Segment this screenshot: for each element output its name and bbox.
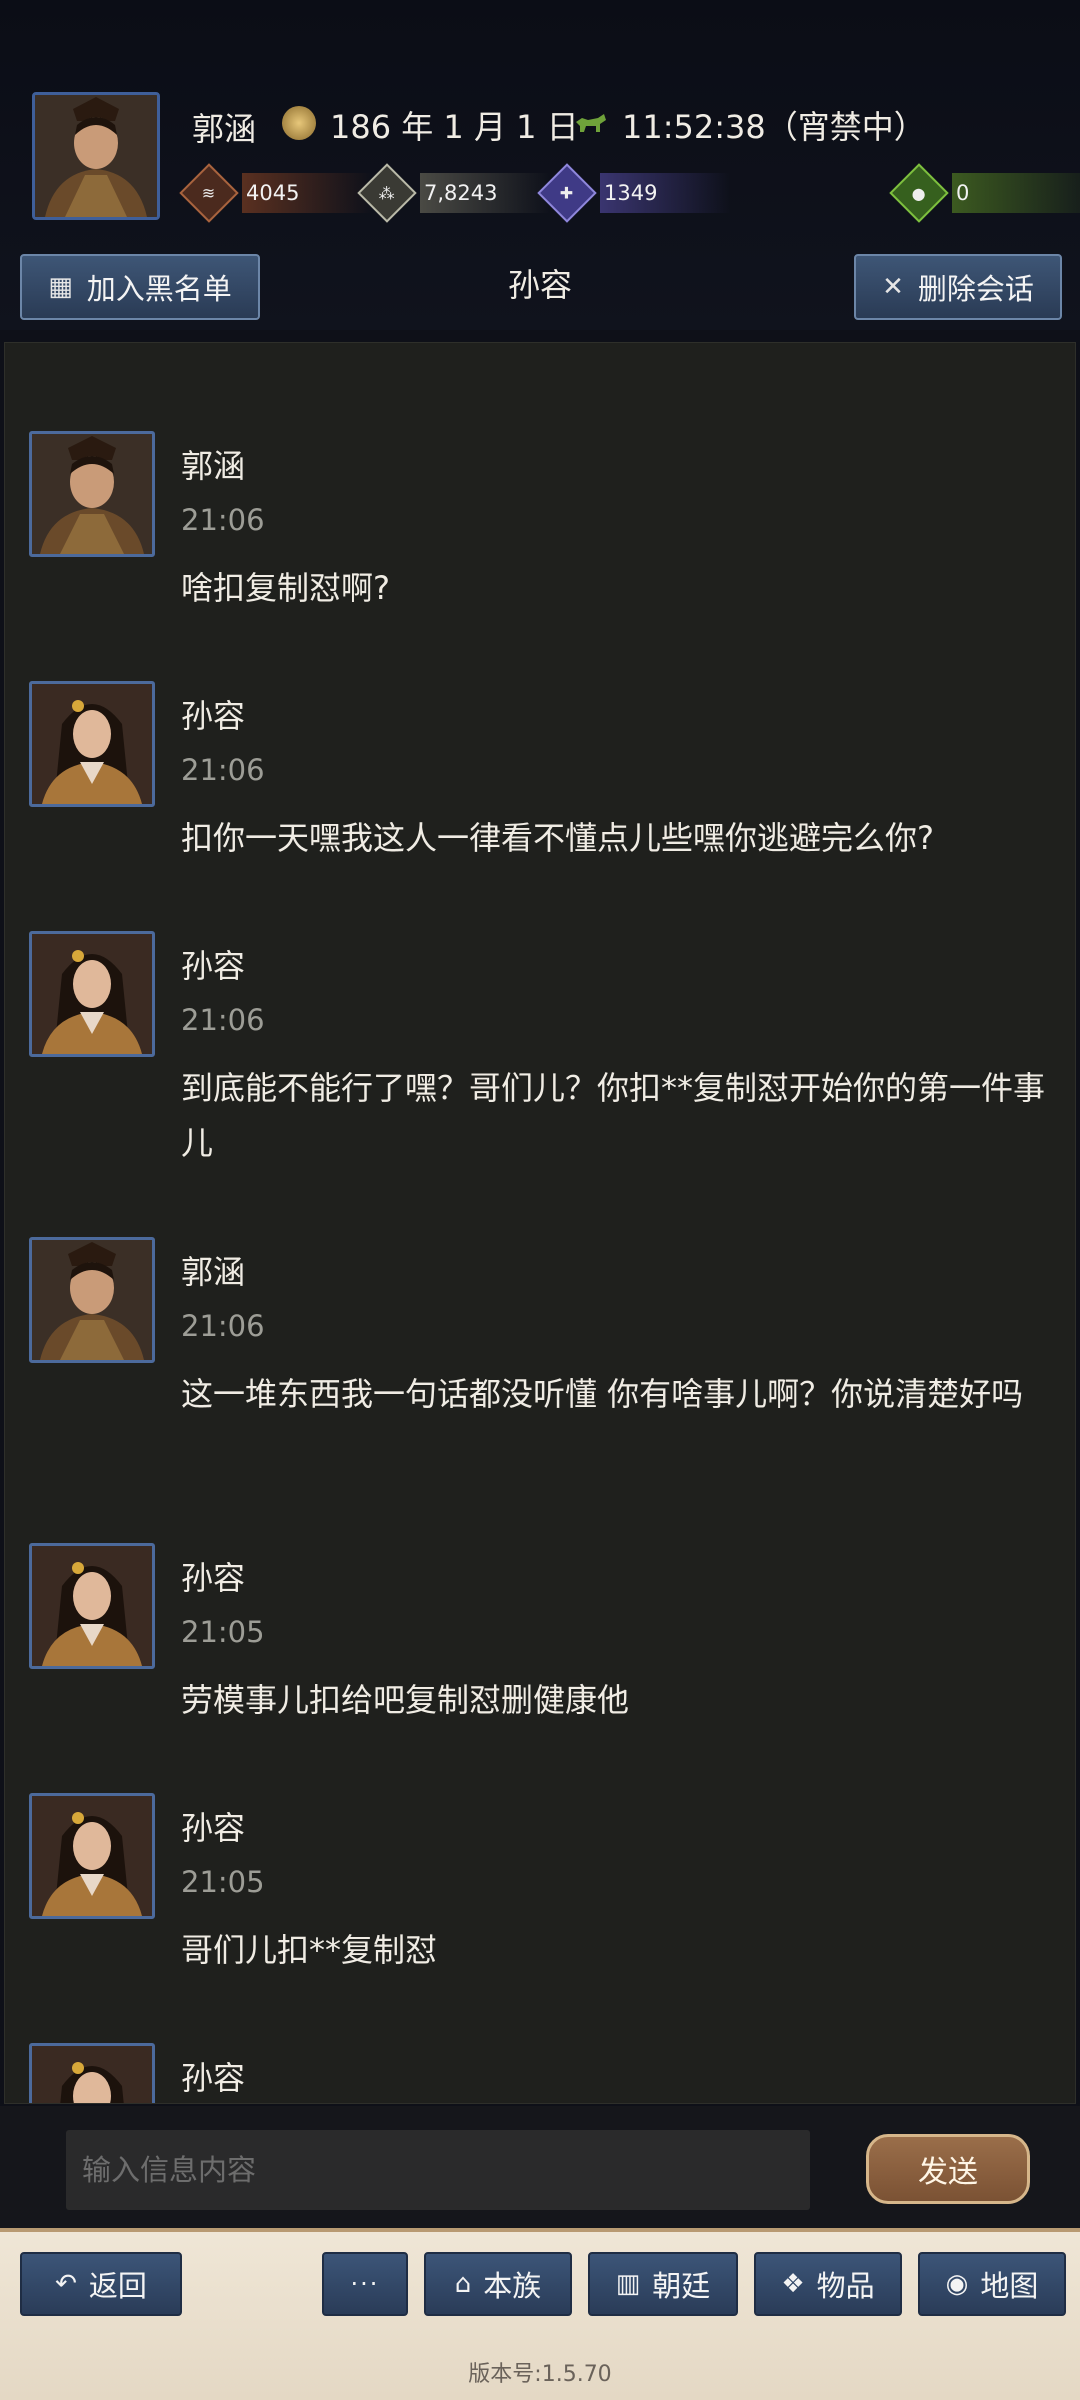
sender-name: 孙容 bbox=[181, 1809, 246, 1847]
grain-icon: ⁂ bbox=[357, 163, 417, 223]
court-button[interactable]: ▥ 朝廷 bbox=[588, 2252, 738, 2316]
delete-conversation-button[interactable]: ✕ 删除会话 bbox=[854, 254, 1062, 320]
player-name: 郭涵 bbox=[192, 110, 257, 148]
back-arrow-icon: ↶ bbox=[55, 2269, 77, 2299]
avatar[interactable] bbox=[29, 1237, 155, 1363]
troops-stat[interactable]: ✚ 1349 bbox=[537, 163, 730, 223]
message-text: 哥们儿扣**复制怼 bbox=[181, 1931, 438, 1969]
map-button[interactable]: ◉ 地图 bbox=[918, 2252, 1066, 2316]
money-value: 4045 bbox=[242, 173, 372, 213]
back-button[interactable]: ↶ 返回 bbox=[20, 2252, 182, 2316]
message-text: 啥扣复制怼啊? bbox=[181, 569, 390, 607]
message-time: 21:05 bbox=[181, 1615, 265, 1649]
avatar[interactable] bbox=[29, 931, 155, 1057]
more-label: ··· bbox=[350, 2270, 380, 2298]
avatar[interactable] bbox=[29, 1543, 155, 1669]
calendar-seal-icon bbox=[282, 106, 316, 140]
palace-icon: ▥ bbox=[615, 2269, 641, 2299]
message-time: 21:06 bbox=[181, 1309, 265, 1343]
message-time: 21:06 bbox=[181, 1003, 265, 1037]
avatar[interactable] bbox=[29, 681, 155, 807]
back-label: 返回 bbox=[88, 2269, 147, 2303]
items-icon: ❖ bbox=[781, 2269, 805, 2299]
player-avatar[interactable] bbox=[32, 92, 160, 220]
gate-icon: ▦ bbox=[48, 272, 73, 302]
message-text: 这一堆东西我一句话都没听懂 你有啥事儿啊？你说清楚好吗 bbox=[181, 1375, 1024, 1413]
clan-button[interactable]: ⌂ 本族 bbox=[424, 2252, 572, 2316]
top-status-bar: 郭涵 186 年 1 月 1 日 11:52:38（宵禁中） ≋ 4045 ⁂ … bbox=[0, 0, 1080, 330]
message-time: 21:06 bbox=[181, 753, 265, 787]
map-label: 地图 bbox=[980, 2269, 1039, 2303]
sender-name: 孙容 bbox=[181, 2059, 246, 2097]
items-label: 物品 bbox=[816, 2269, 875, 2303]
bag-stat[interactable]: ● 0 bbox=[889, 163, 1080, 223]
send-label: 发送 bbox=[918, 2155, 978, 2190]
avatar[interactable] bbox=[29, 1793, 155, 1919]
food-value: 7,8243 bbox=[420, 173, 550, 213]
bag-value: 0 bbox=[952, 173, 1080, 213]
avatar[interactable] bbox=[29, 2043, 155, 2103]
sender-name: 郭涵 bbox=[181, 1253, 246, 1291]
game-date: 186 年 1 月 1 日 bbox=[330, 108, 579, 146]
message-text: 劳模事儿扣给吧复制怼删健康他 bbox=[181, 1681, 630, 1719]
sender-name: 郭涵 bbox=[181, 447, 246, 485]
coin-icon: ≋ bbox=[179, 163, 239, 223]
sender-name: 孙容 bbox=[181, 697, 246, 735]
sender-name: 孙容 bbox=[181, 1559, 246, 1597]
message-time: 21:05 bbox=[181, 1865, 265, 1899]
blacklist-button[interactable]: ▦ 加入黑名单 bbox=[20, 254, 260, 320]
blacklist-label: 加入黑名单 bbox=[86, 272, 232, 306]
money-stat[interactable]: ≋ 4045 bbox=[179, 163, 372, 223]
soldier-icon: ✚ bbox=[537, 163, 597, 223]
globe-icon: ◉ bbox=[945, 2269, 969, 2299]
close-icon: ✕ bbox=[882, 272, 904, 302]
sender-name: 孙容 bbox=[181, 947, 246, 985]
bag-icon: ● bbox=[889, 163, 949, 223]
game-time: 11:52:38（宵禁中） bbox=[622, 108, 926, 146]
troops-value: 1349 bbox=[600, 173, 730, 213]
court-label: 朝廷 bbox=[652, 2269, 711, 2303]
clan-label: 本族 bbox=[483, 2269, 542, 2303]
horse-icon bbox=[576, 114, 606, 132]
bottom-nav: ↶ 返回 ··· ⌂ 本族 ▥ 朝廷 ❖ 物品 ◉ 地图 版本号:1.5.70 bbox=[0, 2228, 1080, 2400]
clan-icon: ⌂ bbox=[454, 2269, 472, 2299]
food-stat[interactable]: ⁂ 7,8243 bbox=[357, 163, 550, 223]
more-button[interactable]: ··· bbox=[322, 2252, 408, 2316]
message-text: 扣你一天嘿我这人一律看不懂点儿些嘿你逃避完么你? bbox=[181, 819, 934, 857]
avatar[interactable] bbox=[29, 431, 155, 557]
items-button[interactable]: ❖ 物品 bbox=[754, 2252, 902, 2316]
version-label: 版本号:1.5.70 bbox=[468, 2362, 612, 2387]
message-list[interactable]: 郭涵 21:06 啥扣复制怼啊? 孙容 21:06 扣你一天嘿我这人一律看不懂点… bbox=[4, 342, 1076, 2104]
message-text: 到底能不能行了嘿？哥们儿？你扣**复制怼开始你的第一件事儿 bbox=[181, 1069, 1046, 1162]
message-input[interactable] bbox=[66, 2130, 810, 2210]
delete-label: 删除会话 bbox=[917, 272, 1034, 306]
send-button[interactable]: 发送 bbox=[866, 2134, 1030, 2204]
message-time: 21:06 bbox=[181, 503, 265, 537]
input-bar: 发送 bbox=[0, 2106, 1080, 2228]
chat-title: 孙容 bbox=[507, 266, 572, 304]
